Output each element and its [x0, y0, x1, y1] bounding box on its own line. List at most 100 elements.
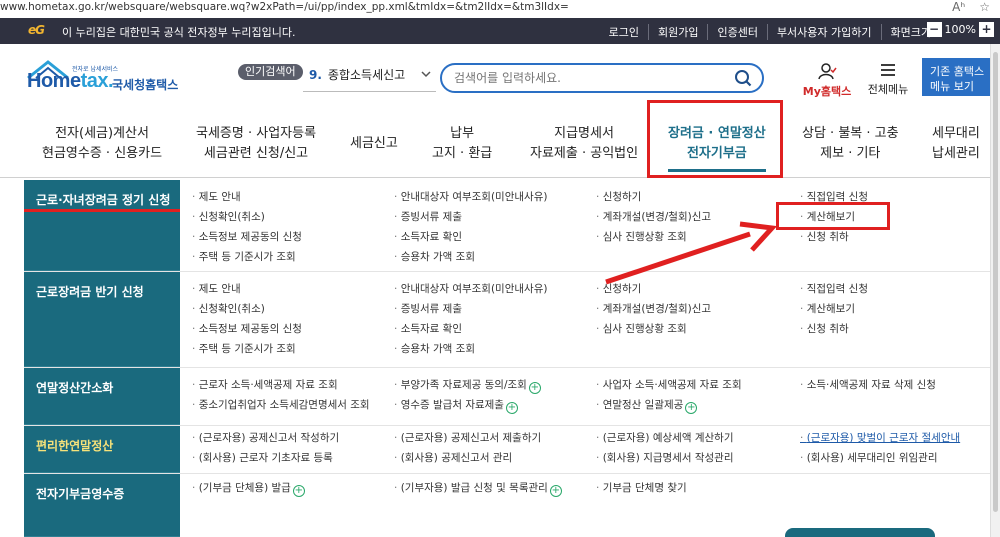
- menu-item[interactable]: 중소기업취업자 소득세감면명세서 조회: [192, 395, 370, 415]
- menu-category-regular-incentive[interactable]: 근로·자녀장려금 정기 신청: [24, 180, 180, 271]
- menu-item[interactable]: (기부금 단체용) 발급+: [192, 478, 305, 498]
- menu-item[interactable]: 신청하기: [596, 279, 711, 299]
- plus-circle-icon[interactable]: +: [528, 382, 541, 394]
- menu-item[interactable]: (기부자용) 발급 신청 및 목록관리+: [394, 478, 562, 498]
- menu-item[interactable]: 직접입력 신청: [800, 187, 868, 207]
- signup-link[interactable]: 회원가입: [647, 24, 707, 40]
- popular-search-dropdown[interactable]: 9. 종합소득세신고: [303, 66, 436, 92]
- chevron-down-icon[interactable]: [420, 68, 432, 80]
- menu-item[interactable]: 승용차 가액 조회: [394, 339, 547, 359]
- mega-menu-panel: 근로·자녀장려금 정기 신청 제도 안내 신청확인(취소) 소득정보 제공동의 …: [24, 180, 990, 537]
- menu-item[interactable]: 주택 등 기준시가 조회: [192, 339, 302, 359]
- menu-item[interactable]: 승용차 가액 조회: [394, 247, 547, 267]
- menu-section-easy-year-end: 편리한연말정산 (근로자용) 공제신고서 작성하기 (회사용) 근로자 기초자료…: [24, 426, 990, 474]
- legacy-menu-button[interactable]: 기존 홈택스 메뉴 보기: [922, 58, 990, 96]
- menu-item[interactable]: 제도 안내: [192, 279, 302, 299]
- logo-korean-name: 국세청홈택스: [112, 78, 179, 92]
- menu-section-year-end-simplified: 연말정산간소화 근로자 소득·세액공제 자료 조회 중소기업취업자 소득세감면명…: [24, 368, 990, 426]
- cert-center-link[interactable]: 인증센터: [707, 24, 766, 40]
- menu-item[interactable]: 신청확인(취소): [192, 207, 302, 227]
- gov-banner-text: 이 누리집은 대한민국 공식 전자정부 누리집입니다.: [62, 26, 296, 39]
- menu-item[interactable]: 영수증 발급처 자료제출+: [394, 395, 541, 415]
- menu-item[interactable]: 제도 안내: [192, 187, 302, 207]
- menu-item[interactable]: (회사용) 공제신고서 관리: [394, 448, 541, 468]
- dept-user-signup-link[interactable]: 부서사용자 가입하기: [766, 24, 881, 40]
- menu-item[interactable]: 증빙서류 제출: [394, 207, 547, 227]
- menu-item[interactable]: 안내대상자 여부조회(미안내사유): [394, 187, 548, 207]
- menu-item[interactable]: (근로자용) 예상세액 계산하기: [596, 428, 734, 448]
- menu-item[interactable]: 소득정보 제공동의 신청: [192, 319, 302, 339]
- menu-item[interactable]: (근로자용) 공제신고서 제출하기: [394, 428, 541, 448]
- favorite-star-icon[interactable]: ☆: [979, 0, 990, 14]
- menu-item[interactable]: 직접입력 신청: [800, 279, 868, 299]
- nav-tax-agent[interactable]: 세무대리 납세관리: [932, 124, 980, 164]
- menu-item[interactable]: 기부금 단체명 찾기: [596, 478, 687, 498]
- menu-item[interactable]: 신청하기: [596, 187, 711, 207]
- menu-item[interactable]: (회사용) 세무대리인 위임관리: [800, 448, 960, 468]
- menu-item[interactable]: 계좌개설(변경/철회)신고: [596, 207, 711, 227]
- search-input[interactable]: [454, 70, 724, 86]
- menu-item[interactable]: 신청 취하: [800, 319, 868, 339]
- menu-item[interactable]: 주택 등 기준시가 조회: [192, 247, 302, 267]
- browser-address-bar: www.hometax.go.kr/websquare/websquare.wq…: [0, 0, 1000, 18]
- menu-item-calculate[interactable]: 계산해보기: [800, 207, 868, 227]
- menu-item[interactable]: (회사용) 근로자 기초자료 등록: [192, 448, 339, 468]
- menu-item[interactable]: 소득자료 확인: [394, 227, 547, 247]
- menu-item[interactable]: 연말정산 일괄제공+: [596, 395, 742, 415]
- menu-item[interactable]: 신청확인(취소): [192, 299, 302, 319]
- menu-item[interactable]: 소득·세액공제 자료 삭제 신청: [800, 375, 936, 395]
- plus-circle-icon[interactable]: +: [505, 402, 518, 414]
- menu-item[interactable]: (근로자용) 공제신고서 작성하기: [192, 428, 339, 448]
- all-menu-label: 전체메뉴: [867, 83, 909, 96]
- menu-item[interactable]: 사업자 소득·세액공제 자료 조회: [596, 375, 742, 395]
- menu-item[interactable]: 소득자료 확인: [394, 319, 547, 339]
- url-text[interactable]: www.hometax.go.kr/websquare/websquare.wq…: [0, 1, 569, 13]
- zoom-out-button[interactable]: −: [926, 22, 942, 37]
- nav-tax-certificates[interactable]: 국세증명 · 사업자등록 세금관련 신청/신고: [196, 124, 316, 164]
- plus-circle-icon[interactable]: +: [685, 402, 698, 414]
- menu-item-link[interactable]: (근로자용) 맞벌이 근로자 절세안내: [800, 428, 960, 448]
- plus-circle-icon[interactable]: +: [292, 485, 305, 497]
- menu-item[interactable]: 계산해보기: [800, 299, 868, 319]
- nav-payment-statements[interactable]: 지급명세서 자료제출 · 공익법인: [530, 124, 638, 164]
- menu-item[interactable]: 심사 진행상황 조회: [596, 319, 711, 339]
- menu-section-half-year-incentive: 근로장려금 반기 신청 제도 안내 신청확인(취소) 소득정보 제공동의 신청 …: [24, 272, 990, 368]
- nav-incentives-year-end[interactable]: 장려금 · 연말정산 전자기부금: [668, 124, 766, 172]
- menu-item[interactable]: 부양가족 자료제공 동의/조회+: [394, 375, 541, 395]
- menu-item[interactable]: 근로자 소득·세액공제 자료 조회: [192, 375, 370, 395]
- search-icon[interactable]: [734, 69, 752, 87]
- reader-icon[interactable]: Aʰ: [952, 0, 965, 14]
- login-link[interactable]: 로그인: [600, 24, 648, 40]
- nav-consultation[interactable]: 상담 · 불복 · 고충 제보 · 기타: [802, 124, 899, 164]
- nav-tax-filing[interactable]: 세금신고: [350, 134, 398, 154]
- my-hometax-button[interactable]: My홈택스: [800, 62, 854, 99]
- menu-item[interactable]: 증빙서류 제출: [394, 299, 547, 319]
- menu-category-half-year-incentive[interactable]: 근로장려금 반기 신청: [24, 272, 180, 367]
- menu-item[interactable]: 소득정보 제공동의 신청: [192, 227, 302, 247]
- nav-e-invoice[interactable]: 전자(세금)계산서 현금영수증 · 신용카드: [42, 124, 162, 164]
- gov-banner: eG 이 누리집은 대한민국 공식 전자정부 누리집입니다. 로그인 회원가입 …: [0, 18, 1000, 44]
- plus-circle-icon[interactable]: +: [549, 485, 562, 497]
- popular-term[interactable]: 종합소득세신고: [328, 68, 405, 82]
- scrollbar-thumb[interactable]: [993, 52, 998, 512]
- menu-item[interactable]: (회사용) 지급명세서 작성관리: [596, 448, 734, 468]
- menu-category-donation-receipt[interactable]: 전자기부금영수증: [24, 474, 180, 537]
- nav-payment[interactable]: 납부 고지 · 환급: [432, 124, 492, 164]
- zoom-control: − 100% +: [926, 22, 994, 37]
- menu-item[interactable]: 신청 취하: [800, 227, 868, 247]
- zoom-in-button[interactable]: +: [979, 22, 994, 37]
- menu-item[interactable]: 심사 진행상황 조회: [596, 227, 711, 247]
- menu-category-year-end-simplified[interactable]: 연말정산간소화: [24, 368, 180, 425]
- bottom-banner-edge: [785, 528, 935, 537]
- all-menu-button[interactable]: 전체메뉴: [862, 62, 914, 97]
- top-utility-links: 로그인 회원가입 인증센터 부서사용자 가입하기 화면크기: [600, 24, 940, 40]
- search-box: [440, 63, 764, 93]
- user-icon: [818, 63, 837, 80]
- menu-item[interactable]: 안내대상자 여부조회(미안내사유): [394, 279, 548, 299]
- menu-item[interactable]: 계좌개설(변경/철회)신고: [596, 299, 711, 319]
- egov-logo: eG: [28, 23, 45, 37]
- popular-rank: 9.: [309, 68, 322, 82]
- menu-category-easy-year-end[interactable]: 편리한연말정산: [24, 426, 180, 473]
- my-hometax-label: 홈택스: [820, 85, 852, 98]
- hometax-logo[interactable]: 전자로 납세서비스 Hometax. 국세청홈택스: [24, 58, 194, 98]
